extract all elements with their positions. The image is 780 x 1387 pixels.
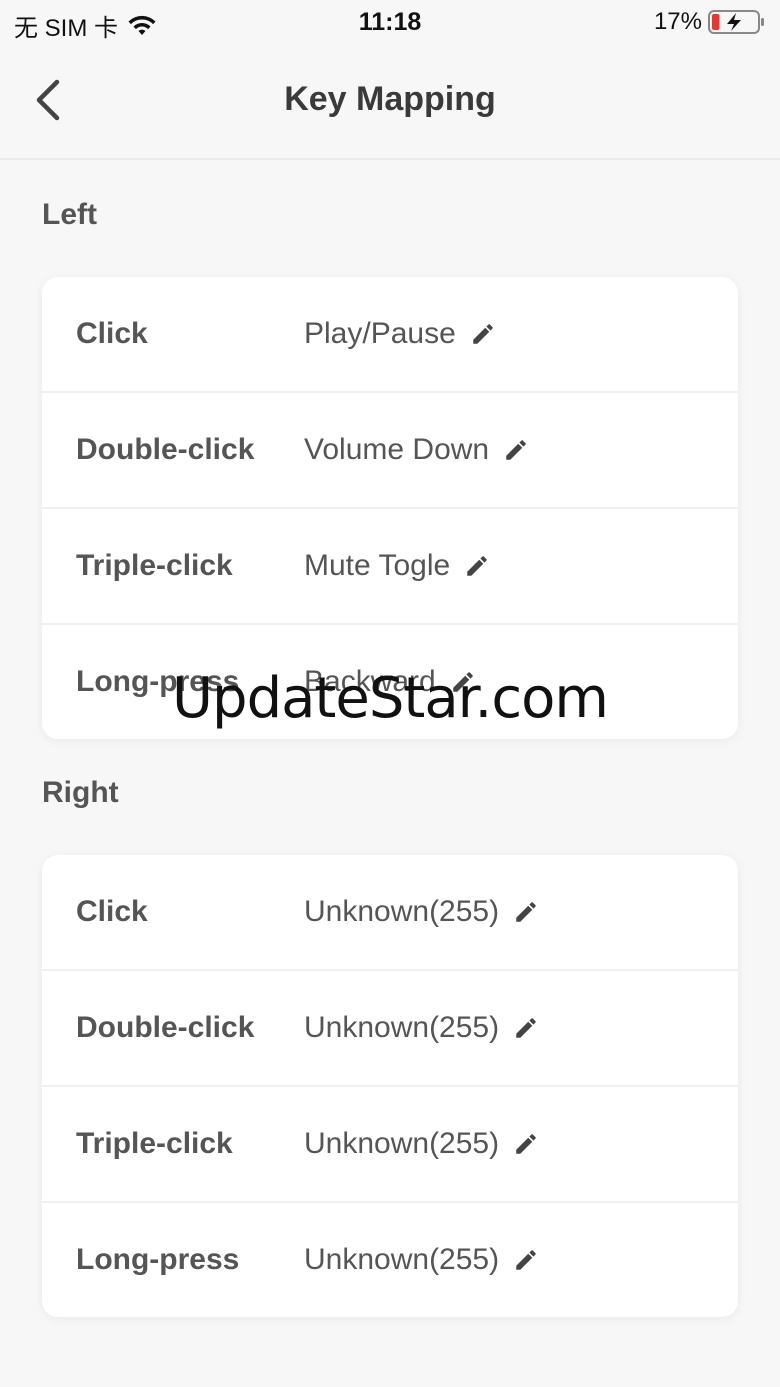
row-value-text: Mute Togle bbox=[304, 549, 451, 582]
nav-bar: Key Mapping bbox=[0, 44, 780, 160]
pencil-icon[interactable] bbox=[464, 553, 490, 579]
row-label: Click bbox=[76, 895, 148, 928]
section-title-right: Right bbox=[42, 776, 119, 809]
status-bar: 无 SIM 卡 11:18 17% bbox=[0, 0, 780, 44]
row-value-text: Play/Pause bbox=[304, 317, 456, 350]
mapping-row-left-triple-click[interactable]: Triple-click Mute Togle bbox=[42, 509, 738, 625]
pencil-icon[interactable] bbox=[470, 321, 496, 347]
row-value: Unknown(255) bbox=[304, 895, 539, 929]
mapping-row-left-click[interactable]: Click Play/Pause bbox=[42, 277, 738, 393]
mapping-row-right-long-press[interactable]: Long-press Unknown(255) bbox=[42, 1203, 738, 1317]
row-label: Long-press bbox=[76, 1243, 240, 1276]
section-title-left: Left bbox=[42, 198, 97, 231]
card-right: Click Unknown(255) Double-click Unknown(… bbox=[42, 855, 738, 1317]
row-value: Unknown(255) bbox=[304, 1011, 539, 1045]
row-value-text: Unknown(255) bbox=[304, 1127, 500, 1160]
row-value: Unknown(255) bbox=[304, 1243, 539, 1277]
row-value-text: Unknown(255) bbox=[304, 895, 500, 928]
pencil-icon[interactable] bbox=[513, 1247, 539, 1273]
battery-charging-icon bbox=[708, 10, 764, 34]
mapping-row-right-double-click[interactable]: Double-click Unknown(255) bbox=[42, 971, 738, 1087]
watermark-text: UpdateStar.com bbox=[172, 666, 609, 731]
battery-fill bbox=[712, 14, 720, 30]
mapping-row-right-triple-click[interactable]: Triple-click Unknown(255) bbox=[42, 1087, 738, 1203]
row-label: Click bbox=[76, 317, 148, 350]
row-value-text: Unknown(255) bbox=[304, 1011, 500, 1044]
battery-percent: 17% bbox=[653, 8, 702, 35]
pencil-icon[interactable] bbox=[513, 899, 539, 925]
row-label: Double-click bbox=[76, 1011, 255, 1044]
row-value: Play/Pause bbox=[304, 317, 496, 351]
pencil-icon[interactable] bbox=[513, 1131, 539, 1157]
row-value: Mute Togle bbox=[304, 549, 490, 583]
mapping-row-right-click[interactable]: Click Unknown(255) bbox=[42, 855, 738, 971]
pencil-icon[interactable] bbox=[503, 437, 529, 463]
row-value: Unknown(255) bbox=[304, 1127, 539, 1161]
pencil-icon[interactable] bbox=[513, 1015, 539, 1041]
row-label: Double-click bbox=[76, 433, 255, 466]
mapping-row-left-double-click[interactable]: Double-click Volume Down bbox=[42, 393, 738, 509]
row-value: Volume Down bbox=[304, 433, 529, 467]
row-value-text: Unknown(255) bbox=[304, 1243, 500, 1276]
page-title: Key Mapping bbox=[284, 80, 496, 118]
row-label: Triple-click bbox=[76, 549, 233, 582]
row-value-text: Volume Down bbox=[304, 433, 490, 466]
row-label: Triple-click bbox=[76, 1127, 233, 1160]
status-right: 17% bbox=[654, 8, 766, 36]
